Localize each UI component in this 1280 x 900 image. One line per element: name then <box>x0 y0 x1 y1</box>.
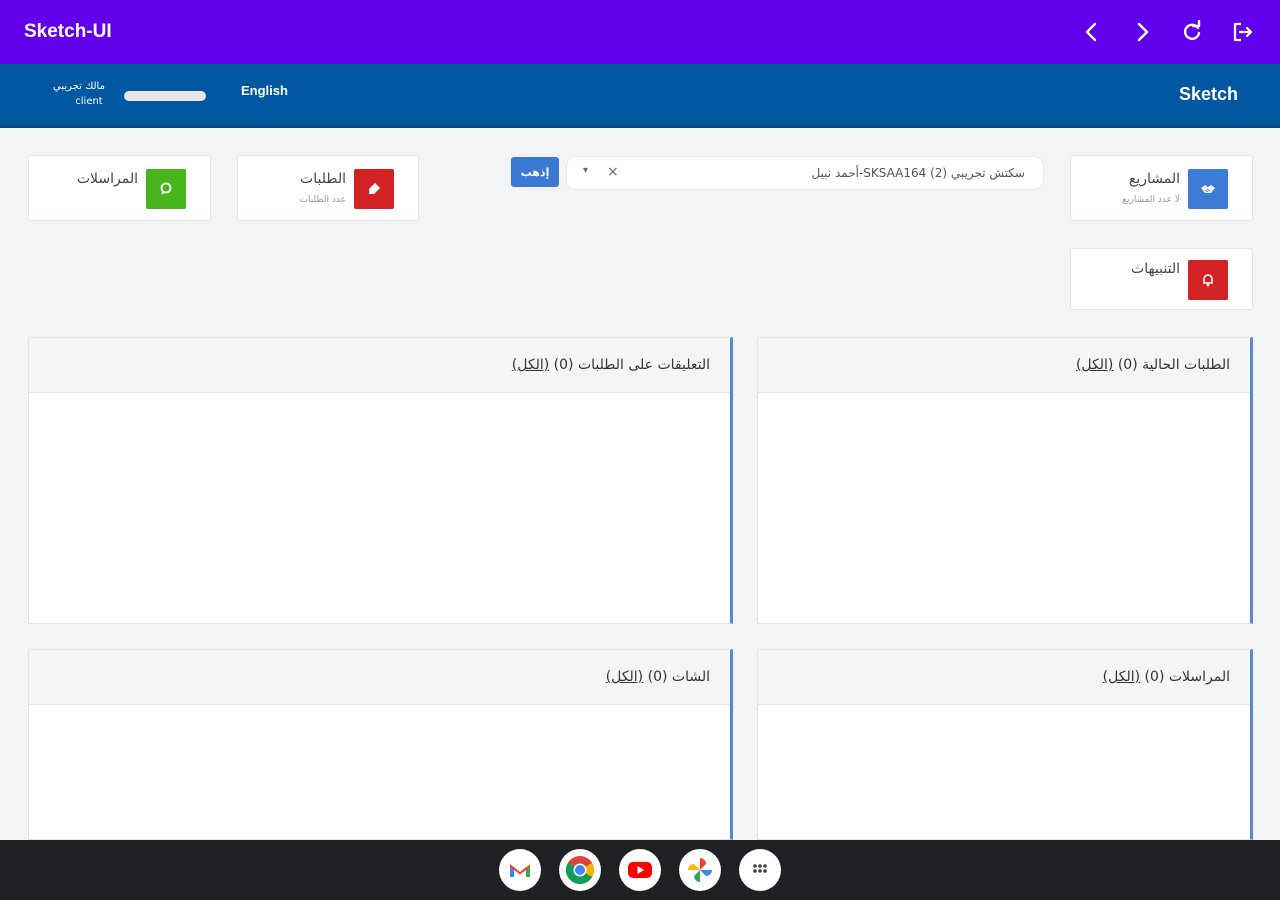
logout-button[interactable] <box>1220 10 1264 54</box>
chat-title: الشات (0) (الكل) <box>606 669 710 685</box>
alerts-icon-box <box>1188 260 1228 300</box>
user-menu-bar[interactable] <box>124 91 206 101</box>
reload-button[interactable] <box>1170 10 1214 54</box>
projects-icon-box <box>1188 169 1228 209</box>
chevron-left-icon <box>1085 22 1097 42</box>
clear-icon[interactable]: × <box>607 164 619 180</box>
youtube-app[interactable] <box>619 849 661 891</box>
project-select[interactable]: سكتش تجريبي (2) SKSAA164-أحمد نبيل × ▾ <box>566 156 1044 190</box>
correspondence-count: (0) <box>1144 669 1165 685</box>
app-bar-actions <box>1064 0 1264 64</box>
chat-count: (0) <box>647 669 668 685</box>
panel-title-text: التعليقات على الطلبات <box>577 357 710 373</box>
logout-icon <box>1233 22 1253 42</box>
request-comments-header: التعليقات على الطلبات (0) (الكل) <box>29 338 730 393</box>
os-taskbar <box>0 840 1280 900</box>
youtube-icon <box>628 862 652 878</box>
project-select-value: سكتش تجريبي (2) SKSAA164-أحمد نبيل <box>811 166 1025 180</box>
correspondence-title: المراسلات (0) (الكل) <box>1103 669 1230 685</box>
correspondence-all-link[interactable]: (الكل) <box>1103 669 1140 685</box>
app-bar: Sketch-UI <box>0 0 1280 64</box>
launcher-app[interactable] <box>739 849 781 891</box>
current-requests-count: (0) <box>1117 357 1138 373</box>
gmail-app[interactable] <box>499 849 541 891</box>
brand-logo[interactable]: Sketch <box>1179 84 1238 105</box>
requests-sub: عدد الطلبات <box>299 195 347 205</box>
user-name[interactable]: مالك تجريبي <box>46 81 112 93</box>
chevron-right-icon <box>1137 22 1149 42</box>
bell-icon <box>1203 274 1213 287</box>
chrome-icon <box>566 856 594 884</box>
chat-all-link[interactable]: (الكل) <box>606 669 643 685</box>
alerts-card[interactable]: التنبيهات <box>1070 248 1253 310</box>
app-launcher-icon <box>753 864 767 873</box>
request-comments-title: التعليقات على الطلبات (0) (الكل) <box>512 357 710 373</box>
requests-icon-box <box>354 169 394 209</box>
tag-icon <box>369 183 380 194</box>
chat-header: الشات (0) (الكل) <box>29 650 730 705</box>
photos-app[interactable] <box>679 849 721 891</box>
panel-title-text: الطلبات الحالية <box>1142 357 1230 373</box>
messages-card[interactable]: المراسلات <box>28 155 211 221</box>
photos-icon <box>688 858 712 882</box>
current-requests-all-link[interactable]: (الكل) <box>1076 357 1113 373</box>
request-comments-all-link[interactable]: (الكل) <box>512 357 549 373</box>
user-role: client <box>75 96 103 107</box>
requests-label: الطلبات <box>300 171 346 187</box>
language-switch-link[interactable]: English <box>241 83 288 98</box>
correspondence-panel: المراسلات (0) (الكل) <box>757 649 1253 840</box>
projects-card[interactable]: المشاريع لا عدد المشاريع <box>1070 155 1253 221</box>
projects-sub: لا عدد المشاريع <box>1122 195 1180 205</box>
requests-card[interactable]: الطلبات عدد الطلبات <box>237 155 419 221</box>
chat-bubble-icon <box>160 182 172 195</box>
chat-panel: الشات (0) (الكل) <box>28 649 733 840</box>
app-title: Sketch-UI <box>24 21 112 42</box>
back-button[interactable] <box>1070 10 1114 54</box>
chevron-down-icon[interactable]: ▾ <box>583 165 588 176</box>
go-button[interactable]: إذهب <box>511 157 559 187</box>
current-requests-panel: الطلبات الحالية (0) (الكل) <box>757 337 1253 624</box>
current-requests-header: الطلبات الحالية (0) (الكل) <box>758 338 1250 393</box>
messages-label: المراسلات <box>76 171 138 187</box>
projects-label: المشاريع <box>1128 171 1180 187</box>
current-requests-title: الطلبات الحالية (0) (الكل) <box>1076 357 1230 373</box>
chrome-app[interactable] <box>559 849 601 891</box>
request-comments-count: (0) <box>553 357 574 373</box>
request-comments-panel: التعليقات على الطلبات (0) (الكل) <box>28 337 733 624</box>
site-header: Sketch English مالك تجريبي client <box>0 64 1280 128</box>
forward-button[interactable] <box>1120 10 1164 54</box>
alerts-label: التنبيهات <box>1131 261 1180 277</box>
panel-title-text: المراسلات <box>1168 669 1230 685</box>
handshake-icon <box>1201 185 1215 193</box>
correspondence-header: المراسلات (0) (الكل) <box>758 650 1250 705</box>
refresh-icon <box>1183 20 1201 40</box>
gmail-icon <box>510 864 530 877</box>
panel-title-text: الشات <box>671 669 710 685</box>
messages-icon-box <box>146 169 186 209</box>
